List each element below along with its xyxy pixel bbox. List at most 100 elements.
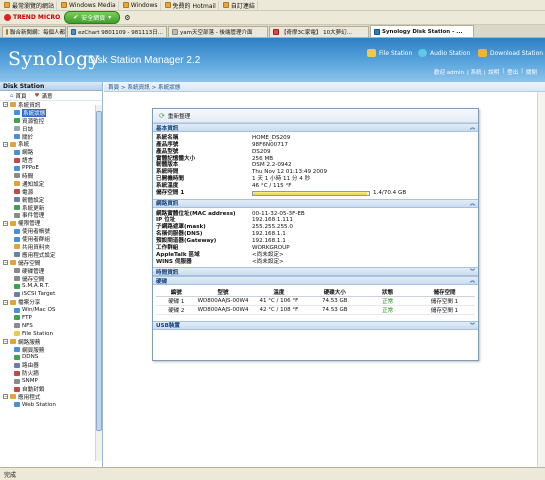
bookmark[interactable]: 最常瀏覽的網站 [2,0,58,10]
nav-tree-label: 應用程式設定 [22,252,56,259]
item-icon [14,205,20,211]
nav-tree-item[interactable]: 自動封鎖 [0,385,102,393]
nav-tree-item[interactable]: 使用者帳號 [0,227,102,235]
nav-tree-item[interactable]: S.M.A.R.T. [0,282,102,290]
nav-tree-group[interactable]: − 權限管理 [0,219,102,227]
bookmark[interactable]: 自訂連結 [221,0,258,10]
disk-column-header[interactable]: 溫度 [249,287,309,297]
file-station-button[interactable]: File Station [367,49,412,57]
settings-icon[interactable]: ⚙ [124,14,130,22]
collapse-toggle-icon[interactable]: − [3,339,8,345]
system-link[interactable]: | 系統 | [467,68,485,76]
info-value: 1 天 1 小時 11 分 4 秒 [252,176,311,183]
nav-tree-item[interactable]: 語言 [0,156,102,164]
collapse-toggle-icon[interactable]: − [3,220,8,226]
nav-tree-item[interactable]: 儲存空間 [0,275,102,283]
section-usb[interactable]: USB裝置 ︾ [153,320,478,330]
nav-tree-item[interactable]: Win/Mac OS [0,306,102,314]
section-network-info[interactable]: 網路資訊 ︽ [153,198,478,208]
nav-tree-label: 關於 [22,134,34,141]
collapse-toggle-icon[interactable]: − [3,260,8,266]
disk-column-header[interactable]: 編號 [156,287,197,297]
nav-tree-item[interactable]: 硬碟管理 [0,267,102,275]
expand-icon[interactable]: ︾ [470,268,475,275]
section-time-info[interactable]: 時間資訊 ︾ [153,267,478,277]
network-info-row: 預設閘道器(Gateway) 192.168.1.1 [153,238,478,245]
browser-tab[interactable]: 【奇摩3C家電】 10大夢幻... [269,26,369,37]
expand-icon[interactable]: ︾ [470,322,475,329]
nav-tree-item[interactable]: SNMP [0,377,102,385]
nav-tree-item[interactable]: 關於 [0,133,102,141]
browser-tab[interactable]: ezChart 9801109 - 981113日... [67,26,167,37]
bookmark-icon [122,2,129,8]
trend-micro-logo[interactable]: TREND MICRO [4,14,60,21]
collapse-toggle-icon[interactable]: − [3,141,8,147]
home-button[interactable]: ⌂ 首頁 [10,92,27,100]
nav-tree-item[interactable]: 路由器 [0,361,102,369]
nav-tree-item[interactable]: 共用資料夾 [0,243,102,251]
nav-tree-item[interactable]: 系統更新 [0,204,102,212]
nav-tree-item[interactable]: 使用者群組 [0,235,102,243]
bookmark[interactable]: Windows [121,0,161,10]
refresh-icon[interactable]: ⟳ [159,112,165,120]
safe-page-button[interactable]: ✔ 安全網頁 ▾ [64,11,121,24]
browser-tab-active[interactable]: Synology Disk Station - ... [370,25,474,37]
refresh-button[interactable]: 重新整理 [168,112,190,120]
section-disk[interactable]: 硬碟 ︽ [153,276,478,286]
nav-tree-item[interactable]: File Station [0,330,102,338]
disk-column-header[interactable]: 型號 [196,287,250,297]
nav-tree-item[interactable]: FTP [0,314,102,322]
nav-tree-item[interactable]: 防火牆 [0,369,102,377]
collapse-icon[interactable]: ︽ [470,277,475,284]
nav-tree-item[interactable]: 系統狀態 [0,108,102,117]
nav-tree-item[interactable]: Web Station [0,401,102,409]
collapse-icon[interactable]: ︽ [470,200,475,207]
download-station-button[interactable]: Download Station [478,49,543,57]
nav-tree-item[interactable]: 電源 [0,188,102,196]
browser-tab[interactable]: 聯合新聞網：每個人都可... [2,26,66,37]
nav-tree-item[interactable]: DDNS [0,354,102,362]
disk-row[interactable]: 硬碟 2 WD800AAJS-00W4 42 °C / 108 °F 74.53 GB… [156,305,475,315]
nav-tree-item[interactable]: iSCSI Target [0,290,102,298]
nav-tree-item[interactable]: 通知設定 [0,180,102,188]
nav-tree-group[interactable]: − 檔案分享 [0,298,102,306]
nav-tree-item[interactable]: NFS [0,322,102,330]
nav-tree-group[interactable]: − 應用程式 [0,393,102,401]
nav-tree-group[interactable]: − 系統 [0,140,102,148]
nav-tree-item[interactable]: 時間 [0,172,102,180]
collapse-icon[interactable]: ︽ [470,124,475,131]
nav-tree-item[interactable]: 事件管理 [0,211,102,219]
bookmark[interactable]: 免費的 Hotmail [163,0,219,10]
nav-tree-item[interactable]: PPPoE [0,164,102,172]
nav-tree-item[interactable]: 網路 [0,148,102,156]
disk-column-header[interactable]: 狀態 [361,287,414,297]
section-basic-info[interactable]: 基本資訊 ︽ [153,123,478,132]
item-icon [14,197,20,203]
nav-tree-group[interactable]: − 網路服務 [0,338,102,346]
bookmark[interactable]: Windows Media [59,0,119,10]
sidebar-scrollbar[interactable] [95,105,102,461]
disk-column-header[interactable]: 硬碟大小 [308,287,362,297]
favorite-button[interactable]: ♥ 滿意 [35,92,53,100]
browser-tab[interactable]: yam天空部落 - 後端管理介面 [168,26,268,37]
disk-row[interactable]: 硬碟 1 WD800AAJS-00W4 41 °C / 106 °F 74.53 GB… [156,296,475,306]
help-link[interactable]: 說明 [488,68,499,76]
logout-link[interactable]: 登出 [507,68,518,76]
nav-tree-group[interactable]: − 儲存空間 [0,259,102,267]
main-scrollbar[interactable] [537,92,545,467]
disk-column-header[interactable]: 儲存空間 [413,287,475,297]
nav-tree-item[interactable]: 資源監控 [0,117,102,125]
nav-tree-item[interactable]: 韌體設定 [0,196,102,204]
nav-tree-label: 時間 [22,173,34,180]
audio-station-button[interactable]: Audio Station [418,49,470,57]
nav-tree-item[interactable]: 日誌 [0,125,102,133]
collapse-toggle-icon[interactable]: − [3,299,8,305]
nav-tree-item[interactable]: 網頁服務 [0,346,102,354]
close-link[interactable]: 關閉 [526,68,537,76]
nav-tree-label: NFS [22,322,33,329]
collapse-toggle-icon[interactable]: − [3,102,8,108]
nav-tree-group[interactable]: − 系統資訊 [0,101,102,109]
collapse-toggle-icon[interactable]: − [3,394,8,400]
nav-tree-item[interactable]: 應用程式設定 [0,251,102,259]
scrollbar-thumb[interactable] [96,111,102,431]
